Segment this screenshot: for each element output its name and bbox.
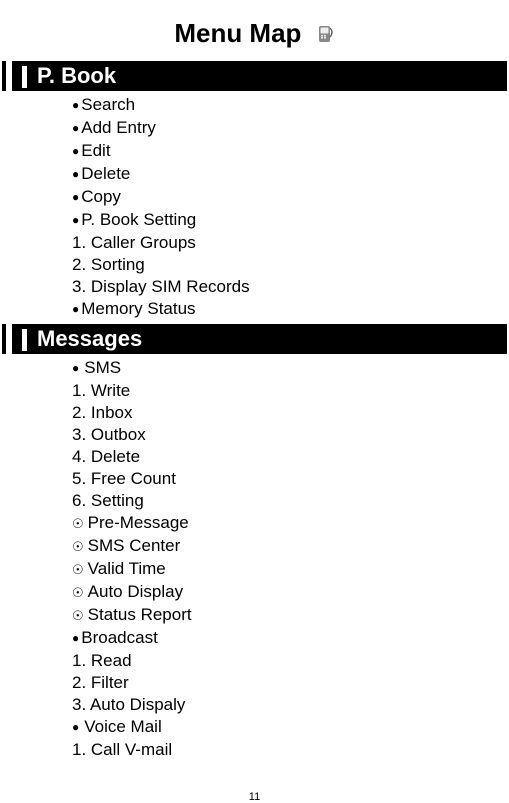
list-item-text: 1. Write — [72, 381, 130, 400]
list-item: Memory Status — [72, 298, 509, 321]
list-item: Add Entry — [72, 117, 509, 140]
list-item-text: Copy — [81, 187, 121, 206]
list-item: 1. Read — [72, 650, 509, 672]
list-item-text: Search — [81, 95, 135, 114]
list-item-text: Voice Mail — [84, 717, 161, 736]
list-item: Pre-Message — [72, 512, 509, 535]
phone-icon — [309, 18, 335, 48]
list-item-text: Broadcast — [81, 628, 158, 647]
list-item-text: 6. Setting — [72, 491, 144, 510]
list-item-text: Delete — [81, 164, 130, 183]
list-item: SMS — [72, 357, 509, 380]
list-item: Copy — [72, 186, 509, 209]
list-item: Search — [72, 94, 509, 117]
list-item: 3. Outbox — [72, 424, 509, 446]
section-items: Search Add Entry Edit Delete Copy P. Book Set… — [0, 94, 509, 321]
list-item-text: 2. Filter — [72, 673, 129, 692]
list-item: 2. Filter — [72, 672, 509, 694]
list-item-text: P. Book Setting — [81, 210, 196, 229]
list-item-text: 1. Caller Groups — [72, 233, 196, 252]
list-item: Status Report — [72, 604, 509, 627]
section-bar-icon — [22, 66, 27, 88]
list-item-text: SMS Center — [88, 536, 181, 555]
list-item-text: Memory Status — [81, 299, 195, 318]
list-item: 1. Caller Groups — [72, 232, 509, 254]
list-item-text: Edit — [81, 141, 110, 160]
section-header: Messages — [2, 324, 507, 354]
list-item: 5. Free Count — [72, 468, 509, 490]
list-item-text: 3. Outbox — [72, 425, 146, 444]
list-item-text: 1. Call V-mail — [72, 740, 172, 759]
list-item: Auto Display — [72, 581, 509, 604]
list-item-text: 5. Free Count — [72, 469, 176, 488]
list-item-text: Valid Time — [88, 559, 166, 578]
list-item-text: Add Entry — [81, 118, 156, 137]
list-item: Voice Mail — [72, 716, 509, 739]
list-item: P. Book Setting — [72, 209, 509, 232]
list-item: 1. Write — [72, 380, 509, 402]
page-title: Menu Map — [0, 18, 509, 49]
list-item-text: 3. Display SIM Records — [72, 277, 250, 296]
list-item: Broadcast — [72, 627, 509, 650]
list-item-text: Auto Display — [88, 582, 183, 601]
list-item: 3. Display SIM Records — [72, 276, 509, 298]
list-item-text: Pre-Message — [88, 513, 189, 532]
menu-map-list: P. Book Search Add Entry Edit Delete Copy P. B… — [0, 61, 509, 761]
list-item-text: 2. Sorting — [72, 255, 145, 274]
page-number: 11 — [0, 791, 509, 803]
list-item: Valid Time — [72, 558, 509, 581]
list-item-text: 3. Auto Dispaly — [72, 695, 185, 714]
section-items: SMS 1. Write 2. Inbox 3. Outbox 4. Delete 5. … — [0, 357, 509, 761]
section-header-text: Messages — [37, 326, 142, 351]
section-header-text: P. Book — [37, 63, 116, 88]
list-item-text: 2. Inbox — [72, 403, 133, 422]
list-item-text: Status Report — [88, 605, 192, 624]
section-bar-icon — [22, 329, 27, 351]
page-title-text: Menu Map — [174, 18, 301, 48]
list-item: 4. Delete — [72, 446, 509, 468]
list-item: 2. Sorting — [72, 254, 509, 276]
list-item: 6. Setting — [72, 490, 509, 512]
list-item: 1. Call V-mail — [72, 739, 509, 761]
list-item: 2. Inbox — [72, 402, 509, 424]
list-item: 3. Auto Dispaly — [72, 694, 509, 716]
list-item-text: 1. Read — [72, 651, 132, 670]
section-header: P. Book — [2, 61, 507, 91]
list-item: Delete — [72, 163, 509, 186]
list-item: Edit — [72, 140, 509, 163]
list-item-text: 4. Delete — [72, 447, 140, 466]
list-item-text: SMS — [84, 358, 121, 377]
list-item: SMS Center — [72, 535, 509, 558]
